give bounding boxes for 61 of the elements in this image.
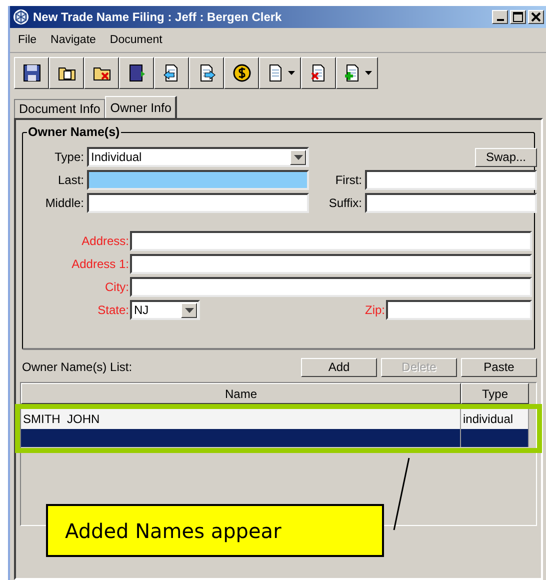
field-label: Middle:	[44, 196, 84, 210]
toolbar-button[interactable]	[49, 57, 84, 89]
field-label: Last:	[56, 173, 84, 187]
toolbar-button[interactable]	[259, 57, 301, 89]
field-label: Address 1:	[70, 257, 129, 271]
caret-icon	[294, 154, 302, 160]
field-label: Suffix:	[328, 196, 362, 210]
maximize-button[interactable]	[510, 10, 526, 24]
tab[interactable]: Document Info	[14, 99, 106, 118]
menu-item[interactable]: File	[18, 34, 37, 46]
field-label: Zip:	[364, 303, 385, 317]
column-header[interactable]: Name	[21, 383, 461, 404]
input-field[interactable]	[130, 254, 532, 274]
list-button[interactable]: Add	[301, 358, 377, 376]
field-label: Type:	[54, 150, 84, 164]
dropdown[interactable]: Individual	[87, 147, 309, 167]
tab[interactable]: Owner Info	[105, 96, 178, 118]
field-label: City:	[104, 280, 129, 294]
caret-icon	[364, 71, 372, 75]
dropdown[interactable]: NJ	[130, 300, 200, 320]
field-label: State:	[96, 303, 129, 317]
input-field[interactable]	[365, 193, 537, 213]
input-field[interactable]	[365, 170, 537, 190]
minimize-button[interactable]	[492, 10, 508, 24]
field-label: First:	[334, 173, 362, 187]
input-field[interactable]	[130, 277, 532, 297]
table-row[interactable]: SMITH JOHN individual	[21, 409, 537, 429]
list-button[interactable]: Paste	[461, 358, 537, 376]
maximize-icon	[511, 10, 525, 24]
book-icon	[126, 63, 146, 83]
app-logo-icon	[13, 9, 29, 25]
input-field[interactable]	[386, 300, 532, 320]
save-icon	[22, 63, 42, 83]
caret-icon	[288, 71, 294, 75]
menu-item[interactable]: Document	[110, 34, 162, 46]
toolbar-button[interactable]	[84, 57, 119, 89]
toolbar-button[interactable]	[189, 57, 224, 89]
toolbar-button[interactable]	[301, 57, 336, 89]
input-field[interactable]	[87, 170, 309, 190]
callout-note: Added Names appear	[46, 504, 384, 557]
toolbar-button[interactable]	[154, 57, 189, 89]
field-label: Address:	[80, 234, 129, 248]
dollar-icon	[232, 63, 252, 83]
menu-item[interactable]: Navigate	[50, 34, 96, 46]
input-field[interactable]	[87, 193, 309, 213]
minimize-icon	[496, 19, 504, 21]
close-button[interactable]	[528, 10, 544, 24]
column-header[interactable]: Type	[461, 383, 529, 404]
list-label: Owner Name(s) List:	[22, 360, 134, 374]
table-cell: SMITH JOHN	[21, 409, 461, 429]
table-cell: individual	[461, 409, 529, 429]
toolbar-button[interactable]	[336, 57, 378, 89]
toolbar-button[interactable]	[14, 57, 49, 89]
close-icon	[529, 10, 543, 24]
window-title: New Trade Name Filing : Jeff : Bergen Clerk	[33, 10, 283, 24]
swap-button[interactable]: Swap...	[475, 148, 537, 166]
toolbar-button[interactable]	[224, 57, 259, 89]
input-field[interactable]	[130, 231, 532, 251]
caret-icon	[184, 308, 194, 312]
group-title: Owner Name(s)	[27, 125, 121, 139]
toolbar-button[interactable]	[119, 57, 154, 89]
